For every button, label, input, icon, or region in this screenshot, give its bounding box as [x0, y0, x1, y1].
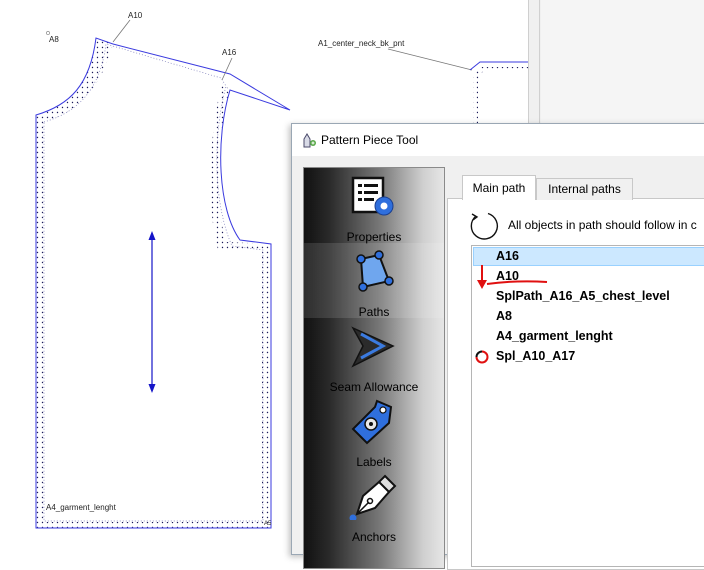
label-corner-point: A5	[264, 521, 272, 527]
dock-panel	[528, 0, 704, 124]
leader-center-neck	[387, 48, 473, 71]
pattern-outline	[35, 37, 291, 529]
list-item[interactable]: A16	[496, 246, 519, 266]
leader-a16	[221, 57, 233, 81]
tab-internal-paths[interactable]: Internal paths	[536, 178, 633, 200]
reverse-spline-icon	[475, 350, 489, 364]
label-a10: A10	[128, 11, 143, 20]
sidebar-label-properties: Properties	[346, 230, 402, 244]
label-garment-length: A4_garment_lenght	[46, 503, 116, 512]
list-item[interactable]: SplPath_A16_A5_chest_level	[496, 286, 670, 306]
grain-arrow-top	[148, 231, 156, 240]
main-path-panel: All objects in path should follow in c A…	[447, 198, 704, 570]
pattern-piece-app-icon	[303, 133, 316, 148]
list-item[interactable]: A4_garment_lenght	[496, 326, 613, 346]
list-item[interactable]: Spl_A10_A17	[496, 346, 575, 366]
list-item[interactable]: A8	[496, 306, 512, 326]
label-center-neck: A1_center_neck_bk_pnt	[318, 39, 405, 48]
tab-main-path[interactable]: Main path	[462, 175, 536, 200]
label-a8: A8	[49, 35, 59, 44]
pattern-piece-dialog: Pattern Piece Tool Properties Paths Seam…	[291, 123, 704, 570]
sidebar-item-anchors[interactable]: Anchors	[304, 468, 444, 544]
seam-allowance-right	[473, 67, 530, 124]
seam-allowance-icon	[351, 326, 395, 368]
red-down-arrow-icon	[477, 265, 487, 289]
leader-a10	[112, 19, 131, 43]
properties-icon	[351, 176, 394, 216]
label-a16: A16	[222, 48, 237, 57]
sidebar-label-seam-allowance: Seam Allowance	[329, 380, 419, 394]
stitch-line	[43, 43, 264, 522]
sidebar-label-labels: Labels	[356, 455, 392, 469]
dock-panel-body	[541, 0, 704, 124]
anchors-icon	[349, 474, 397, 520]
dialog-titlebar[interactable]: Pattern Piece Tool	[292, 124, 704, 156]
dialog-title: Pattern Piece Tool	[321, 133, 419, 147]
dialog-sidebar: Properties Paths Seam Allowance Labels A…	[303, 167, 445, 569]
path-direction-hint: All objects in path should follow in c	[508, 218, 697, 232]
sidebar-label-paths: Paths	[358, 305, 390, 319]
dock-divider[interactable]	[539, 0, 540, 124]
labels-icon	[351, 399, 393, 445]
sidebar-label-anchors: Anchors	[351, 530, 397, 544]
sidebar-item-labels[interactable]: Labels	[304, 393, 444, 469]
main-path-list[interactable]: A16 A10 SplPath_A16_A5_chest_level A8 A4…	[471, 245, 704, 567]
sidebar-item-seam-allowance[interactable]: Seam Allowance	[304, 318, 444, 394]
paths-icon	[356, 250, 394, 292]
red-underline-mark	[486, 280, 548, 285]
seam-allowance-band	[36, 38, 271, 528]
clockwise-direction-icon[interactable]	[468, 210, 500, 242]
grain-arrow-bottom	[148, 384, 156, 393]
sidebar-item-paths[interactable]: Paths	[304, 243, 444, 319]
sidebar-item-properties[interactable]: Properties	[304, 168, 444, 244]
